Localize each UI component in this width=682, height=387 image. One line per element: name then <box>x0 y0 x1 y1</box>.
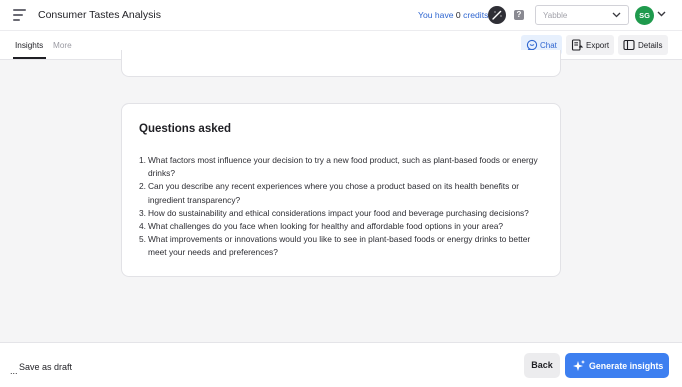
list-item: 1. What factors most influence your decis… <box>139 154 549 180</box>
magic-wand-icon <box>492 10 502 20</box>
sparkle-icon <box>573 360 585 371</box>
credits-prefix: You have <box>418 10 456 20</box>
list-item: 2. Can you describe any recent experience… <box>139 180 549 206</box>
active-tab-indicator <box>13 57 46 59</box>
generate-insights-label: Generate insights <box>589 361 664 371</box>
footer-bar: Save as draft ... Back Generate insights <box>0 342 682 387</box>
export-button[interactable]: Export <box>566 35 614 55</box>
avatar[interactable]: SG <box>635 6 654 25</box>
workspace-select-value: Yabble <box>543 11 568 20</box>
list-number: 5. <box>139 234 146 245</box>
top-bar: Consumer Tastes Analysis You have 0 cred… <box>0 0 682 31</box>
app-title: Consumer Tastes Analysis <box>38 9 161 21</box>
details-button[interactable]: Details <box>618 35 668 55</box>
list-item: 3. How do sustainability and ethical cons… <box>139 207 549 220</box>
question-text: What challenges do you face when looking… <box>148 221 504 232</box>
questions-card: Questions asked 1. What factors most infl… <box>121 103 561 277</box>
more-options-button[interactable]: ... <box>10 366 18 376</box>
menu-icon[interactable] <box>13 8 27 22</box>
questions-list: 1. What factors most influence your decis… <box>139 154 549 260</box>
export-icon <box>571 39 583 51</box>
generate-insights-button[interactable]: Generate insights <box>565 353 669 378</box>
details-label: Details <box>638 41 663 50</box>
card-title: Questions asked <box>139 123 232 135</box>
list-item: 5. What improvements or innovations would… <box>139 233 549 259</box>
question-text: What improvements or innovations would y… <box>148 234 531 258</box>
list-number: 4. <box>139 221 146 232</box>
panel-icon <box>623 39 635 51</box>
help-icon[interactable]: ? <box>514 10 524 20</box>
chevron-down-icon <box>612 12 621 18</box>
workspace-select[interactable]: Yabble <box>535 5 629 25</box>
credits-text: You have 0 credits <box>418 10 488 20</box>
chevron-down-icon[interactable] <box>657 11 666 17</box>
list-item: 4. What challenges do you face when looki… <box>139 220 549 233</box>
credits-suffix: credits <box>460 10 489 20</box>
export-label: Export <box>586 41 610 50</box>
previous-card <box>121 50 561 77</box>
question-text: How do sustainability and ethical consid… <box>148 207 529 218</box>
question-text: Can you describe any recent experiences … <box>148 181 520 205</box>
list-number: 1. <box>139 155 146 165</box>
chat-label: Chat <box>540 41 557 50</box>
back-button[interactable]: Back <box>524 353 560 378</box>
magic-wand-button[interactable] <box>488 6 506 24</box>
question-text: What factors most influence your decisio… <box>148 155 538 179</box>
tab-more[interactable]: More <box>53 41 72 50</box>
save-as-draft-button[interactable]: Save as draft <box>19 362 72 372</box>
tab-insights[interactable]: Insights <box>15 41 43 50</box>
list-number: 2. <box>139 181 146 192</box>
list-number: 3. <box>139 207 146 218</box>
